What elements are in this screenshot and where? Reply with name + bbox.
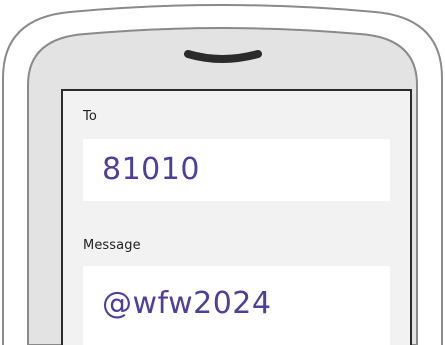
message-field[interactable]: @wfw2024 xyxy=(83,266,390,345)
message-label: Message xyxy=(83,238,141,253)
phone-sms-illustration: To 81010 Message @wfw2024 xyxy=(0,0,445,345)
message-compose-screen: To 81010 Message @wfw2024 xyxy=(63,91,410,345)
to-value: 81010 xyxy=(102,152,200,187)
to-field[interactable]: 81010 xyxy=(83,139,390,201)
to-label: To xyxy=(83,109,97,124)
message-value: @wfw2024 xyxy=(102,286,272,321)
